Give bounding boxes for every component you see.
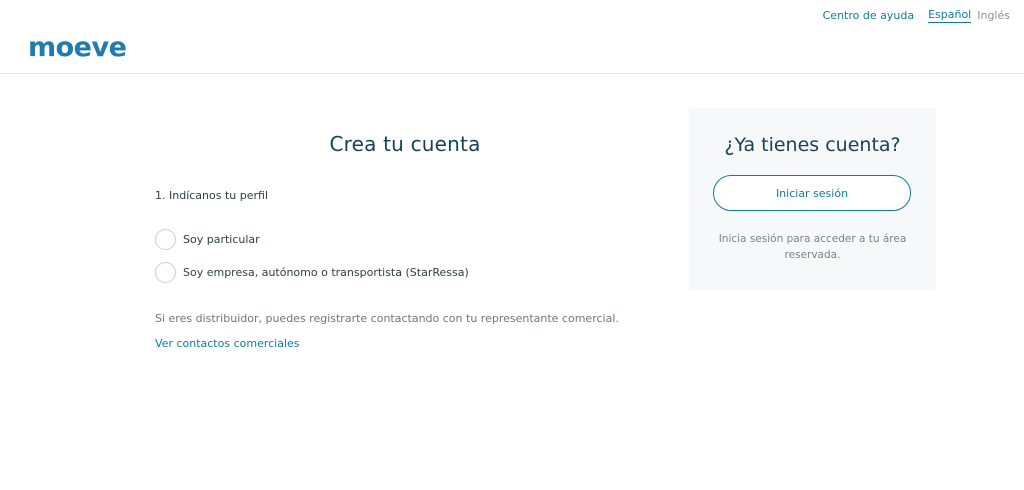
radio-particular[interactable] — [155, 229, 176, 250]
moeve-logo[interactable]: moeve — [28, 33, 148, 61]
help-center-link[interactable]: Centro de ayuda — [823, 9, 914, 22]
login-card-note: Inicia sesión para acceder a tu área res… — [718, 233, 907, 261]
distributor-note: Si eres distribuidor, puedes registrarte… — [155, 312, 619, 325]
profile-option-label: Soy particular — [183, 233, 260, 246]
login-button[interactable]: Iniciar sesión — [713, 175, 911, 211]
svg-text:moeve: moeve — [28, 33, 126, 61]
top-links: Centro de ayuda Español Inglés — [823, 8, 1010, 23]
login-card-title: ¿Ya tienes cuenta? — [724, 134, 901, 156]
commercial-contacts-link[interactable]: Ver contactos comerciales — [155, 337, 300, 350]
login-card: ¿Ya tienes cuenta? Iniciar sesión Inicia… — [689, 108, 936, 290]
profile-option-particular[interactable]: Soy particular — [155, 229, 260, 250]
create-account-title: Crea tu cuenta — [329, 132, 481, 156]
radio-business[interactable] — [155, 262, 176, 283]
profile-option-business[interactable]: Soy empresa, autónomo o transportista (S… — [155, 262, 469, 283]
language-spanish[interactable]: Español — [928, 8, 972, 23]
site-header: moeve Centro de ayuda Español Inglés — [0, 0, 1024, 74]
profile-option-label: Soy empresa, autónomo o transportista (S… — [183, 266, 469, 279]
profile-step-label: 1. Indícanos tu perfil — [155, 189, 269, 202]
language-english[interactable]: Inglés — [977, 9, 1010, 22]
